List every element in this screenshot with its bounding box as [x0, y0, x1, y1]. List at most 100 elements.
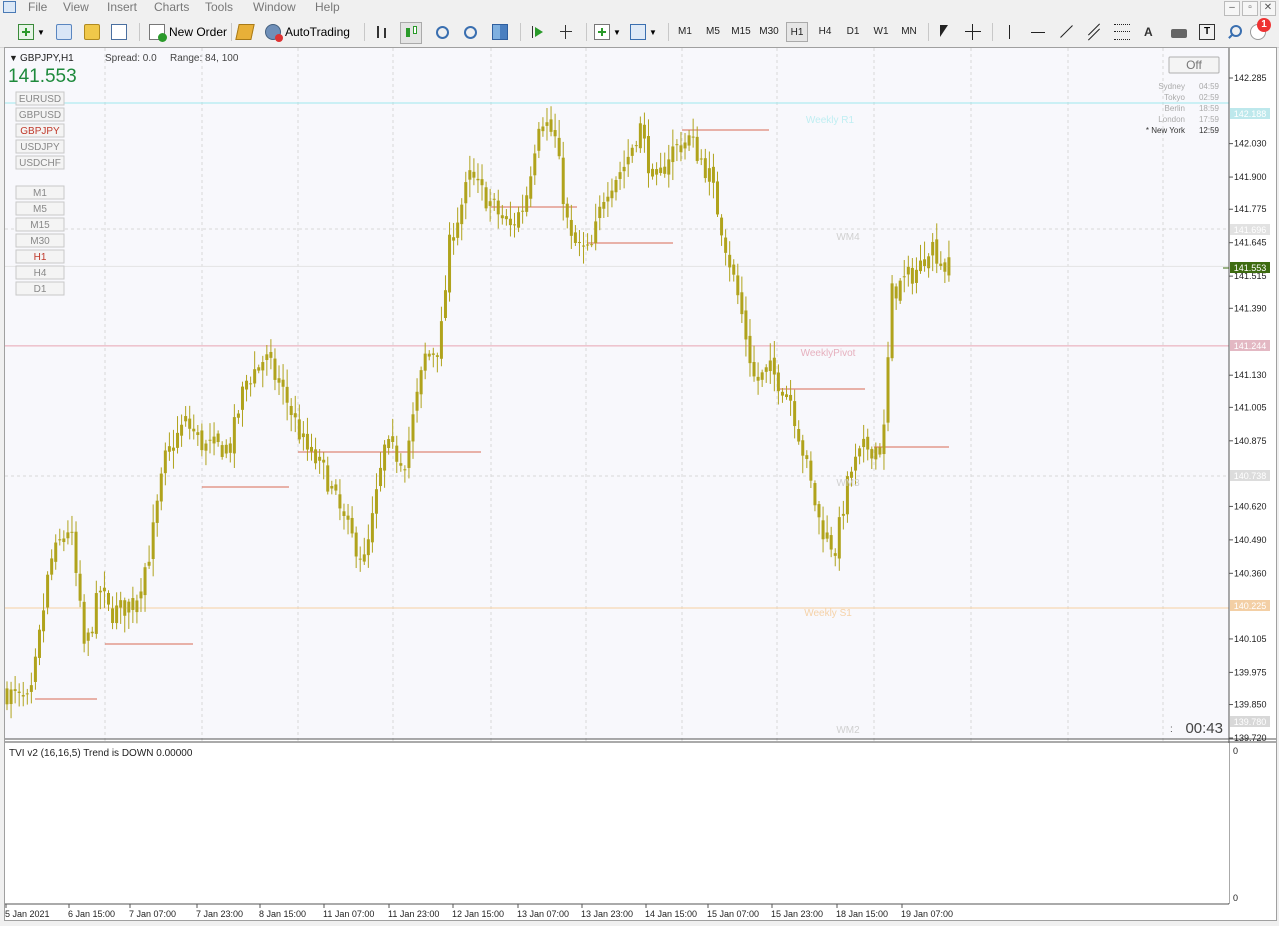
chart-window[interactable]: 142.285 142.030 141.900 141.775 141.645 141.5… [4, 47, 1277, 921]
menu-help[interactable]: Help [315, 0, 340, 15]
timeframe-d1[interactable]: D1 [842, 22, 864, 42]
candle-body [923, 259, 927, 267]
candle-body [716, 181, 719, 215]
time-tick-label: 15 Jan 07:00 [707, 909, 759, 919]
timeframe-m5[interactable]: M5 [702, 22, 724, 42]
autoscroll-button[interactable] [530, 21, 546, 43]
candle-body [374, 489, 378, 514]
new-order-button[interactable]: New Order [149, 21, 227, 43]
candle-body [236, 413, 240, 418]
candle-body [740, 292, 744, 315]
menu-view[interactable]: View [63, 0, 89, 15]
minimize-button[interactable]: – [1224, 1, 1240, 16]
timeframe-m30[interactable]: M30 [758, 22, 780, 42]
autotrading-button[interactable]: AutoTrading [265, 21, 350, 43]
wm4-label: WM4 [836, 232, 860, 243]
menu-charts[interactable]: Charts [154, 0, 189, 15]
candle-body [366, 539, 370, 556]
restore-button[interactable]: ▫ [1242, 1, 1258, 16]
candle-body [906, 266, 910, 275]
text-tool-button[interactable]: A [1144, 21, 1153, 43]
navigator-button[interactable] [111, 21, 127, 43]
candle-body [675, 144, 679, 146]
new-chart-button[interactable]: ▼ [18, 21, 45, 43]
timeframe-m15[interactable]: M15 [730, 22, 752, 42]
timeframe-mn[interactable]: MN [898, 22, 920, 42]
price-chart[interactable]: 142.285 142.030 141.900 141.775 141.645 141.5… [5, 48, 1276, 920]
session-time-newyork: 12:59 [1199, 126, 1220, 135]
horizontal-line-tool-button[interactable] [1030, 21, 1046, 43]
candle-body [297, 419, 301, 440]
timeframe-m1[interactable]: M1 [674, 22, 696, 42]
candle-body [886, 357, 890, 423]
wm3-price-value: 140.738 [1234, 471, 1267, 481]
candle-body [508, 218, 512, 226]
vertical-line-icon [1002, 24, 1018, 40]
candle-body [545, 122, 549, 126]
crosshair-tool-button[interactable] [965, 21, 981, 43]
label-tool-button[interactable] [1171, 21, 1187, 43]
profiles-button[interactable] [56, 21, 72, 43]
candle-body [825, 532, 829, 539]
candle-body [683, 142, 687, 149]
candle-body [379, 467, 383, 487]
chart-shift-button[interactable] [558, 21, 574, 43]
candle-body [882, 424, 886, 455]
channel-icon [1086, 23, 1102, 41]
candle-body [468, 170, 472, 180]
new-order-icon [149, 24, 167, 42]
tile-windows-button[interactable] [492, 21, 508, 43]
search-button[interactable] [1226, 21, 1242, 43]
timeframe-h4[interactable]: H4 [814, 22, 836, 42]
candle-body [760, 372, 764, 380]
bar-chart-button[interactable] [374, 21, 390, 43]
zoom-out-button[interactable] [464, 21, 477, 43]
candle-body [208, 439, 212, 441]
candle-body [464, 182, 468, 204]
close-button[interactable]: ✕ [1260, 1, 1276, 16]
menu-insert[interactable]: Insert [107, 0, 137, 15]
metaeditor-button[interactable] [235, 21, 255, 43]
candle-body [147, 561, 151, 566]
arrows-tool-button[interactable]: T [1199, 21, 1215, 43]
candle-body [318, 456, 322, 461]
timeframe-w1[interactable]: W1 [870, 22, 892, 42]
menu-window[interactable]: Window [253, 0, 296, 15]
range-label: Range: 84, 100 [170, 53, 239, 64]
candle-body [257, 367, 261, 371]
candle-body [82, 601, 86, 644]
indicators-button[interactable]: ▼ [594, 21, 621, 43]
candle-body [427, 353, 431, 357]
indicator-scale-top: 0 [1233, 746, 1238, 756]
menu-file[interactable]: File [28, 0, 47, 15]
market-watch-button[interactable] [84, 21, 100, 43]
trendline-tool-button[interactable] [1058, 21, 1074, 43]
menu-tools[interactable]: Tools [205, 0, 233, 15]
price-tick-label: 141.390 [1234, 303, 1267, 313]
wm4-price-value: 141.696 [1234, 225, 1267, 235]
candle-body [606, 196, 610, 202]
candle-body [484, 187, 488, 209]
symbol-eurusd-label: EURUSD [19, 94, 61, 105]
equidistant-channel-button[interactable] [1086, 21, 1102, 43]
candle-body [354, 532, 358, 557]
candle-body [898, 280, 902, 301]
candle-body [123, 600, 127, 616]
candle-body [281, 379, 285, 387]
candle-body [496, 200, 500, 215]
templates-button[interactable]: ▼ [630, 21, 657, 43]
candle-body [776, 372, 780, 392]
candlestick-button[interactable] [400, 22, 422, 44]
price-tick-label: 140.490 [1234, 535, 1267, 545]
candle-body [707, 168, 711, 182]
candle-body [695, 136, 699, 161]
zoom-in-button[interactable] [436, 21, 449, 43]
candle-body [423, 353, 427, 371]
vertical-line-tool-button[interactable] [1002, 21, 1018, 43]
cursor-tool-button[interactable] [937, 21, 953, 43]
timeframe-h1[interactable]: H1 [786, 22, 808, 42]
candle-body [919, 260, 922, 272]
notifications-button[interactable]: 1 [1250, 18, 1271, 43]
candle-body [395, 445, 399, 462]
fibonacci-tool-button[interactable] [1114, 21, 1130, 43]
